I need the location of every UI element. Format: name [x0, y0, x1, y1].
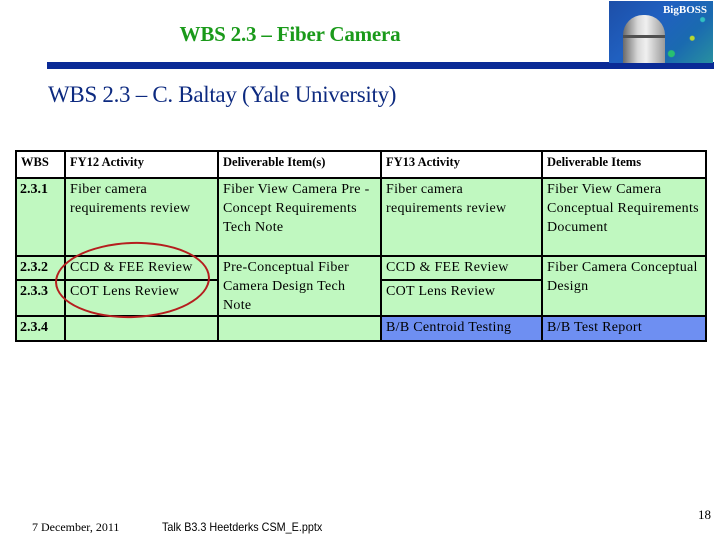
table-row: 2.3.1 Fiber camera requirements review F… — [15, 177, 707, 257]
slide-title: WBS 2.3 – Fiber Camera — [179, 22, 401, 46]
header-fy12-deliverable: Deliverable Item(s) — [217, 150, 382, 179]
fy12-activity-cell: COT Lens Review — [64, 279, 219, 317]
fy13-activity-cell: B/B Centroid Testing — [380, 315, 543, 342]
fy12-activity-cell: Fiber camera requirements review — [64, 177, 219, 257]
slide-subtitle: WBS 2.3 – C. Baltay (Yale University) — [48, 82, 397, 107]
fy13-activity-cell: CCD & FEE Review — [380, 254, 543, 282]
wbs-number: 2.3.2 — [15, 254, 66, 282]
table-row: 2.3.4 B/B Centroid Testing B/B Test Repo… — [15, 315, 707, 342]
fy12-deliverable-cell — [217, 315, 382, 342]
fy13-deliverable-cell: B/B Test Report — [541, 315, 707, 342]
fy13-activity-cell: COT Lens Review — [380, 279, 543, 317]
header-fy13-deliverable: Deliverable Items — [541, 150, 707, 179]
wbs-number: 2.3.3 — [15, 279, 66, 317]
wbs-number: 2.3.4 — [15, 315, 66, 342]
header-wbs: WBS — [15, 150, 66, 179]
table-row: 2.3.2 CCD & FEE Review Pre-Conceptual Fi… — [15, 254, 707, 317]
fy13-deliverable-cell: Fiber View Camera Conceptual Requirement… — [541, 177, 707, 257]
fy12-activity-cell — [64, 315, 219, 342]
fy12-activity-cell: CCD & FEE Review — [64, 254, 219, 282]
wbs-table: WBS FY12 Activity Deliverable Item(s) FY… — [15, 150, 707, 342]
fy12-deliverable-cell: Fiber View Camera Pre -Concept Requireme… — [217, 177, 382, 257]
footer-date: 7 December, 2011 — [32, 520, 120, 534]
header-fy12-activity: FY12 Activity — [64, 150, 219, 179]
fy13-deliverable-cell: Fiber Camera Conceptual Design — [541, 255, 707, 317]
header-fy13-activity: FY13 Activity — [380, 150, 543, 179]
wbs-number: 2.3.1 — [15, 177, 66, 257]
title-divider-bar — [47, 62, 714, 69]
fy12-deliverable-cell: Pre-Conceptual Fiber Camera Design Tech … — [217, 255, 382, 317]
fy13-activity-cell: Fiber camera requirements review — [380, 177, 543, 257]
bigboss-logo: BigBOSS — [609, 1, 713, 63]
footer-filename: Talk B3.3 Heetderks CSM_E.pptx — [162, 520, 323, 534]
logo-text: BigBOSS — [662, 4, 707, 16]
table-header-row: WBS FY12 Activity Deliverable Item(s) FY… — [15, 150, 707, 179]
dome-band — [623, 35, 665, 38]
page-number: 18 — [698, 507, 711, 522]
telescope-dome-icon — [623, 15, 665, 63]
